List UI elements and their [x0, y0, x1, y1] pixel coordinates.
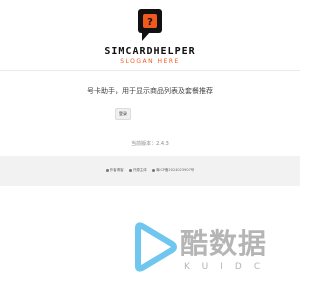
version-label: 当前版本：2.4.3 — [131, 141, 169, 147]
footer-link-label: 开源主体 — [132, 168, 147, 172]
watermark-brand-en: KUIDC — [184, 262, 273, 272]
footer-link-opensource[interactable]: 开源主体 — [128, 168, 147, 172]
login-button[interactable]: 登录 — [115, 108, 131, 120]
header: ? SIMCARDHELPER SLOGAN HERE — [0, 0, 300, 71]
brand-slogan: SLOGAN HERE — [120, 58, 180, 65]
page-description: 号卡助手，用于显示商品列表及套餐推荐 — [87, 87, 213, 95]
link-dot-icon — [105, 168, 109, 172]
footer-link-icp[interactable]: 粤ICP备2024023907号 — [151, 168, 195, 172]
svg-text:?: ? — [147, 17, 153, 28]
page: ? SIMCARDHELPER SLOGAN HERE 号卡助手，用于显示商品列… — [0, 0, 300, 300]
footer-link-label: 粤ICP备2024023907号 — [155, 168, 195, 172]
footer-link-label: 作者博客 — [109, 168, 124, 172]
link-dot-icon — [151, 168, 155, 172]
footer-links: 作者博客 开源主体 粤ICP备2024023907号 — [0, 168, 300, 173]
brand-name: SIMCARDHELPER — [104, 46, 196, 57]
link-dot-icon — [128, 168, 132, 172]
chat-bubble-icon: ? — [138, 9, 162, 41]
footer: 作者博客 开源主体 粤ICP备2024023907号 — [0, 156, 300, 186]
watermark-brand: 酷数据 — [180, 227, 268, 260]
watermark-play-icon — [135, 222, 177, 272]
footer-link-blog[interactable]: 作者博客 — [105, 168, 124, 172]
